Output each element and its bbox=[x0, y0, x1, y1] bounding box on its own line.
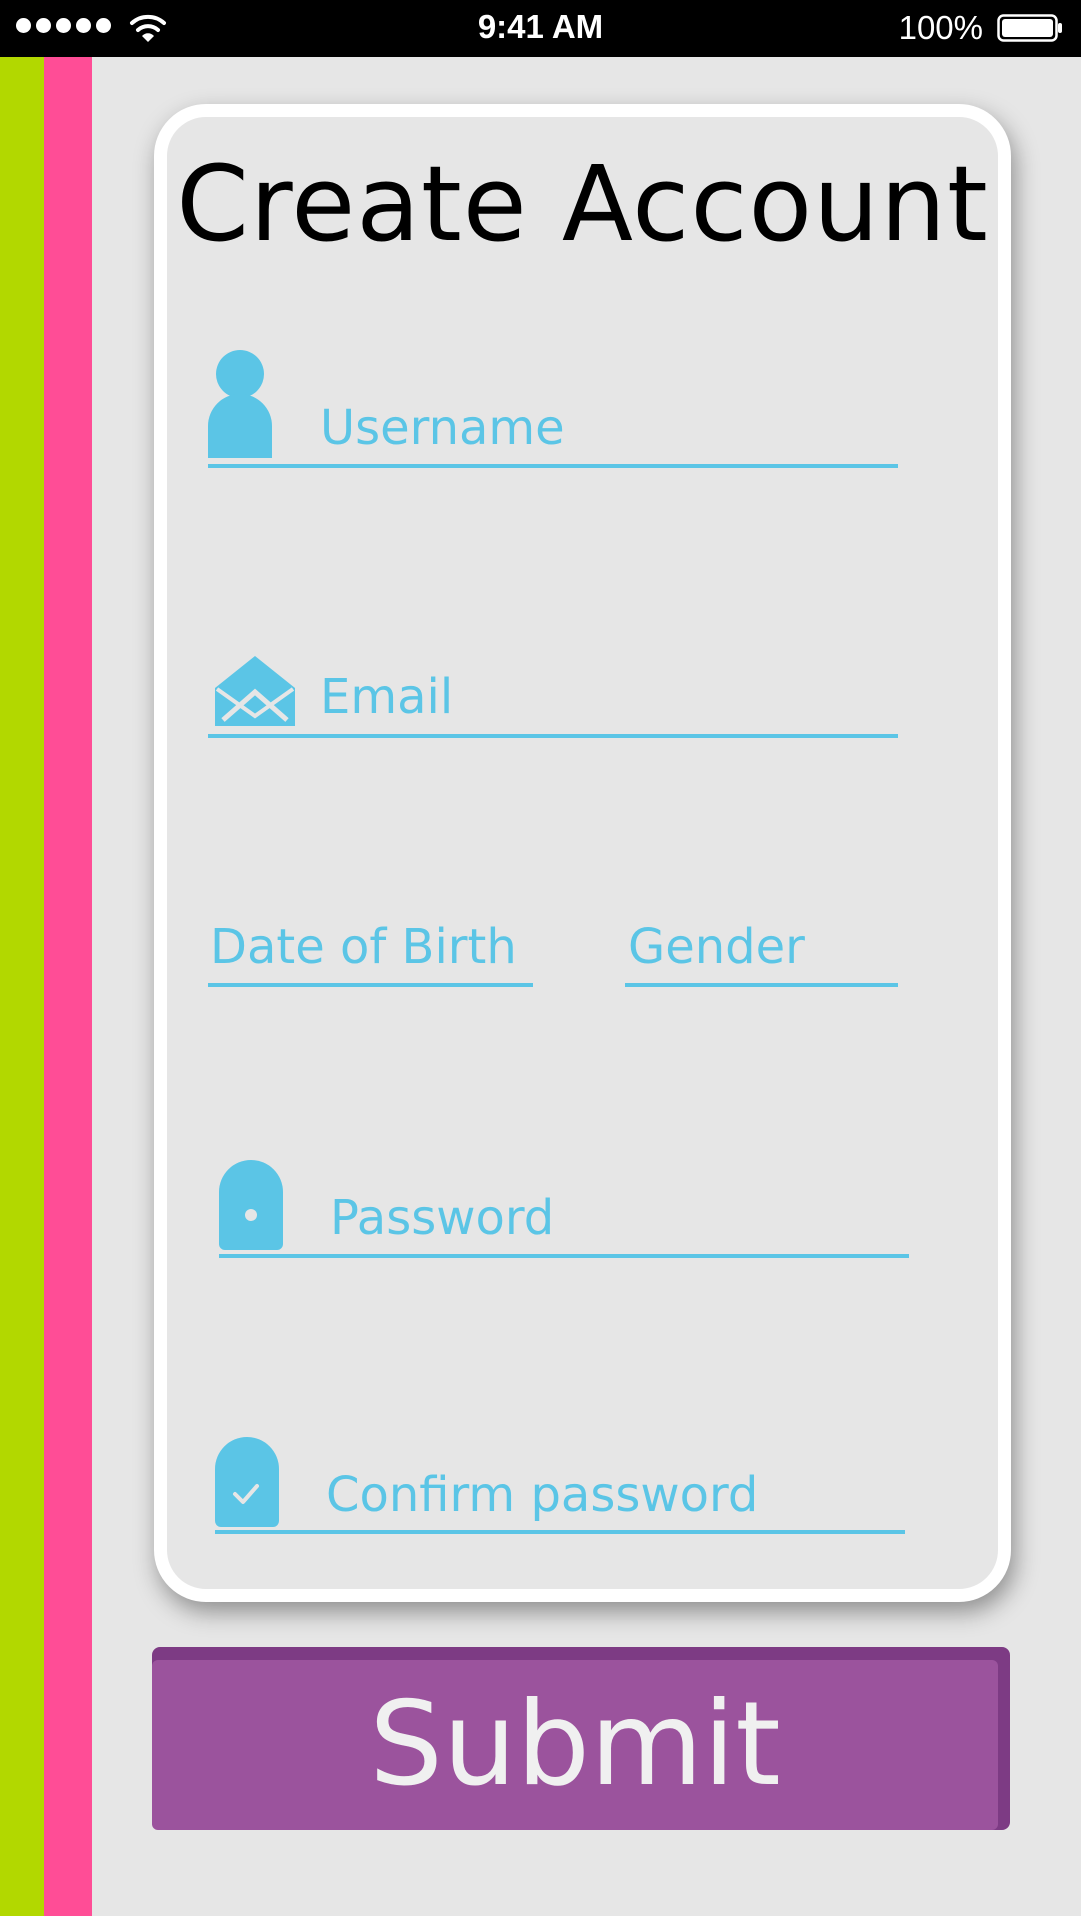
password-input[interactable]: Password bbox=[330, 1194, 554, 1242]
gender-underline bbox=[625, 983, 898, 987]
battery-icon bbox=[997, 14, 1062, 42]
lock-check-icon bbox=[215, 1437, 279, 1527]
envelope-icon bbox=[215, 656, 295, 726]
lock-icon bbox=[219, 1160, 283, 1250]
submit-button[interactable]: Submit bbox=[152, 1660, 998, 1830]
confirm-password-input[interactable]: Confirm password bbox=[326, 1471, 758, 1519]
side-stripe-pink bbox=[44, 57, 92, 1916]
username-underline bbox=[208, 464, 898, 468]
battery-percent: 100% bbox=[898, 9, 983, 46]
date-of-birth-underline bbox=[208, 983, 533, 987]
status-bar: 9:41 AM 100% bbox=[0, 0, 1081, 57]
page-title: Create Account bbox=[176, 143, 989, 265]
user-icon bbox=[208, 350, 272, 458]
gender-input[interactable]: Gender bbox=[628, 923, 805, 971]
date-of-birth-input[interactable]: Date of Birth bbox=[210, 923, 517, 971]
side-stripe-green bbox=[0, 57, 44, 1916]
username-input[interactable]: Username bbox=[320, 404, 565, 452]
confirm-password-underline bbox=[215, 1530, 905, 1534]
email-underline bbox=[208, 734, 898, 738]
create-account-card bbox=[154, 104, 1011, 1602]
email-input[interactable]: Email bbox=[320, 673, 453, 721]
password-underline bbox=[219, 1254, 909, 1258]
